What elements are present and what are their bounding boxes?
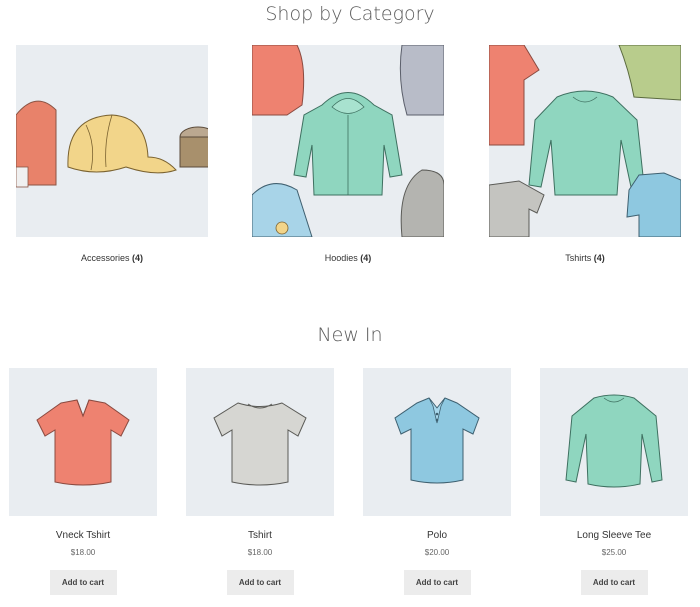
product-image[interactable] [9,368,157,516]
shop-by-category-heading: Shop by Category [265,3,435,25]
category-tshirts[interactable]: Tshirts (4) [489,45,681,264]
product-price: $25.00 [601,548,627,557]
category-image-hoodies[interactable] [252,45,444,237]
category-count: (4) [593,253,605,263]
category-hoodies[interactable]: Hoodies (4) [252,45,444,264]
product-image[interactable] [186,368,334,516]
category-count: (4) [132,253,144,263]
category-caption[interactable]: Tshirts (4) [489,252,681,264]
category-label: Accessories [80,253,130,263]
category-image-accessories[interactable] [16,45,208,237]
add-to-cart-button[interactable]: Add to cart [226,570,294,595]
product-price: $18.00 [247,548,273,557]
add-to-cart-button[interactable]: Add to cart [403,570,471,595]
category-caption[interactable]: Accessories (4) [16,252,208,264]
product-name[interactable]: Tshirt [186,530,334,542]
category-image-tshirts[interactable] [489,45,681,237]
product-price: $20.00 [424,548,450,557]
category-label: Hoodies [324,253,358,263]
add-to-cart-button[interactable]: Add to cart [580,570,648,595]
category-accessories[interactable]: Accessories (4) [16,45,208,264]
product-image[interactable] [540,368,688,516]
category-count: (4) [360,253,372,263]
new-in-heading: New In [317,324,383,346]
add-to-cart-button[interactable]: Add to cart [49,570,117,595]
product-price: $18.00 [70,548,96,557]
product-card: Tshirt $18.00 Add to cart [186,368,334,595]
product-image[interactable] [363,368,511,516]
product-name[interactable]: Polo [363,530,511,542]
category-caption[interactable]: Hoodies (4) [252,252,444,264]
product-card: Long Sleeve Tee $25.00 Add to cart [540,368,688,595]
product-card: Polo $20.00 Add to cart [363,368,511,595]
product-name[interactable]: Long Sleeve Tee [540,530,688,542]
product-name[interactable]: Vneck Tshirt [9,530,157,542]
product-card: Vneck Tshirt $18.00 Add to cart [9,368,157,595]
category-label: Tshirts [565,253,592,263]
